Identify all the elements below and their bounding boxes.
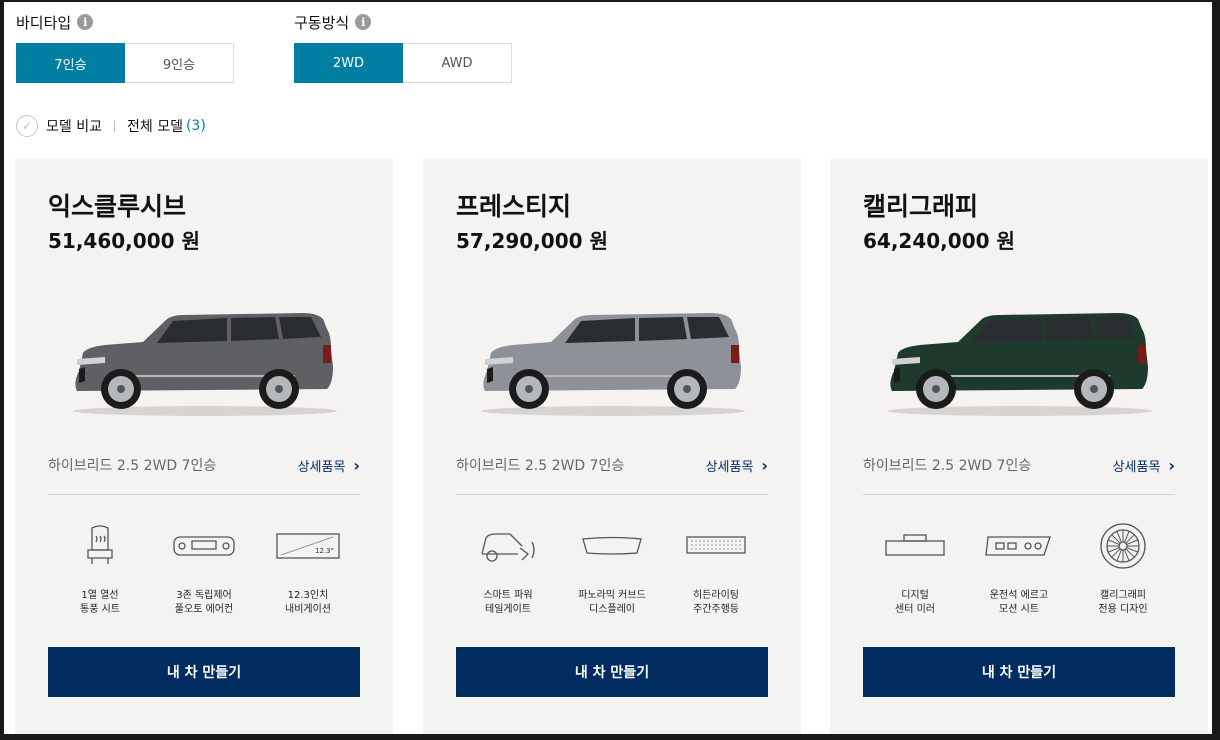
feature-item: 히든라이팅 주간주행등 xyxy=(664,521,768,617)
feature-item: 1열 열선 통풍 시트 xyxy=(48,521,152,617)
digital-mirror-icon xyxy=(884,521,946,571)
trim-spec: 하이브리드 2.5 2WD 7인승 xyxy=(48,458,217,474)
climate-control-icon xyxy=(172,521,236,571)
model-price: 57,290,000 원 xyxy=(456,229,608,253)
drive-type-label: 구동방식 xyxy=(294,13,350,32)
power-tailgate-icon xyxy=(478,521,538,571)
option-9-seat[interactable]: 9인승 xyxy=(125,43,234,83)
divider xyxy=(863,494,1175,495)
car-image xyxy=(473,309,753,419)
body-type-filter: 바디타입 i 7인승 9인승 xyxy=(16,12,234,83)
body-type-label: 바디타입 xyxy=(16,13,72,32)
feature-item: 파노라믹 커브드 디스플레이 xyxy=(560,521,664,617)
option-awd[interactable]: AWD xyxy=(403,43,512,83)
divider xyxy=(48,494,360,495)
feature-label: 3존 독립제어 풀오토 에어컨 xyxy=(174,590,234,615)
model-name: 익스클루시브 xyxy=(48,192,187,221)
spec-row: 하이브리드 2.5 2WD 7인승 상세품목 › xyxy=(456,455,768,475)
model-card-calligraphy: 캘리그래피 64,240,000 원 하이브리드 2.5 2WD 7인승 상세품… xyxy=(830,159,1208,734)
model-card-prestige: 프레스티지 57,290,000 원 하이브리드 2.5 2WD 7인승 상세품… xyxy=(423,159,801,734)
page-frame: 바디타입 i 7인승 9인승 구동방식 i 2WD AWD ✓ 모델 비교 전체… xyxy=(4,2,1212,734)
feature-label: 1열 열선 통풍 시트 xyxy=(80,590,120,615)
ergo-seat-icon xyxy=(984,521,1054,571)
option-7-seat[interactable]: 7인승 xyxy=(16,43,125,83)
option-2wd[interactable]: 2WD xyxy=(294,43,403,83)
all-models-label: 전체 모델 xyxy=(126,119,183,135)
feature-label: 스마트 파워 테일게이트 xyxy=(483,590,533,615)
feature-item: 디지털 센터 미러 xyxy=(863,521,967,617)
feature-list: 디지털 센터 미러 운전석 에르고 모션 시트 캘리그래피 전용 디자인 xyxy=(863,521,1175,617)
svg-text:12.3": 12.3" xyxy=(315,547,334,555)
detail-link[interactable]: 상세품목 › xyxy=(706,456,768,475)
calligraphy-wheel-icon xyxy=(1098,521,1148,571)
feature-item: 12.3" 12.3인치 내비게이션 xyxy=(256,521,360,617)
compare-row: ✓ 모델 비교 전체 모델 (3) xyxy=(16,115,206,137)
chevron-right-icon: › xyxy=(1168,455,1175,475)
feature-label: 디지털 센터 미러 xyxy=(895,590,935,615)
check-circle-icon[interactable]: ✓ xyxy=(16,115,38,137)
car-image xyxy=(65,309,345,419)
heated-seat-icon xyxy=(80,521,120,571)
feature-label: 파노라믹 커브드 디스플레이 xyxy=(578,590,646,615)
feature-list: 스마트 파워 테일게이트 파노라믹 커브드 디스플레이 히든라이팅 주간주행등 xyxy=(456,521,768,617)
build-my-car-button[interactable]: 내 차 만들기 xyxy=(48,647,360,697)
feature-label: 히든라이팅 주간주행등 xyxy=(693,590,739,615)
feature-label: 운전석 에르고 모션 시트 xyxy=(989,590,1049,615)
feature-label: 12.3인치 내비게이션 xyxy=(285,590,331,615)
feature-item: 캘리그래피 전용 디자인 xyxy=(1071,521,1175,617)
feature-label: 캘리그래피 전용 디자인 xyxy=(1098,590,1148,615)
drive-type-label-row: 구동방식 i xyxy=(294,12,512,32)
drive-type-segment: 2WD AWD xyxy=(294,43,512,83)
model-price: 64,240,000 원 xyxy=(863,229,1015,253)
body-type-segment: 7인승 9인승 xyxy=(16,43,234,83)
model-compare-toggle[interactable]: 모델 비교 xyxy=(46,116,102,136)
feature-item: 3존 독립제어 풀오토 에어컨 xyxy=(152,521,256,617)
feature-list: 1열 열선 통풍 시트 3존 독립제어 풀오토 에어컨 12.3" 12.3인치… xyxy=(48,521,360,617)
divider xyxy=(113,120,115,132)
build-my-car-button[interactable]: 내 차 만들기 xyxy=(456,647,768,697)
model-price: 51,460,000 원 xyxy=(48,229,200,253)
daytime-light-icon xyxy=(685,521,747,571)
drive-type-filter: 구동방식 i 2WD AWD xyxy=(294,12,512,83)
model-card-exclusive: 익스클루시브 51,460,000 원 하이브리드 2.5 2WD 7인승 상세… xyxy=(15,159,393,734)
spec-row: 하이브리드 2.5 2WD 7인승 상세품목 › xyxy=(863,455,1175,475)
model-count: (3) xyxy=(185,118,206,134)
detail-link-label: 상세품목 xyxy=(705,459,754,475)
feature-item: 운전석 에르고 모션 시트 xyxy=(967,521,1071,617)
detail-link-label: 상세품목 xyxy=(1112,459,1161,475)
divider xyxy=(456,494,768,495)
chevron-right-icon: › xyxy=(353,455,360,475)
detail-link[interactable]: 상세품목 › xyxy=(298,456,360,475)
model-name: 프레스티지 xyxy=(456,192,572,221)
body-type-label-row: 바디타입 i xyxy=(16,12,234,32)
curved-display-icon xyxy=(579,521,645,571)
chevron-right-icon: › xyxy=(761,455,768,475)
info-icon[interactable]: i xyxy=(355,14,372,30)
feature-item: 스마트 파워 테일게이트 xyxy=(456,521,560,617)
model-name: 캘리그래피 xyxy=(863,192,979,221)
navigation-screen-icon: 12.3" xyxy=(275,521,341,571)
trim-spec: 하이브리드 2.5 2WD 7인승 xyxy=(863,458,1032,474)
build-my-car-button[interactable]: 내 차 만들기 xyxy=(863,647,1175,697)
info-icon[interactable]: i xyxy=(77,14,94,30)
car-image xyxy=(880,309,1160,419)
trim-spec: 하이브리드 2.5 2WD 7인승 xyxy=(456,458,625,474)
detail-link-label: 상세품목 xyxy=(297,459,346,475)
detail-link[interactable]: 상세품목 › xyxy=(1113,456,1175,475)
spec-row: 하이브리드 2.5 2WD 7인승 상세품목 › xyxy=(48,455,360,475)
